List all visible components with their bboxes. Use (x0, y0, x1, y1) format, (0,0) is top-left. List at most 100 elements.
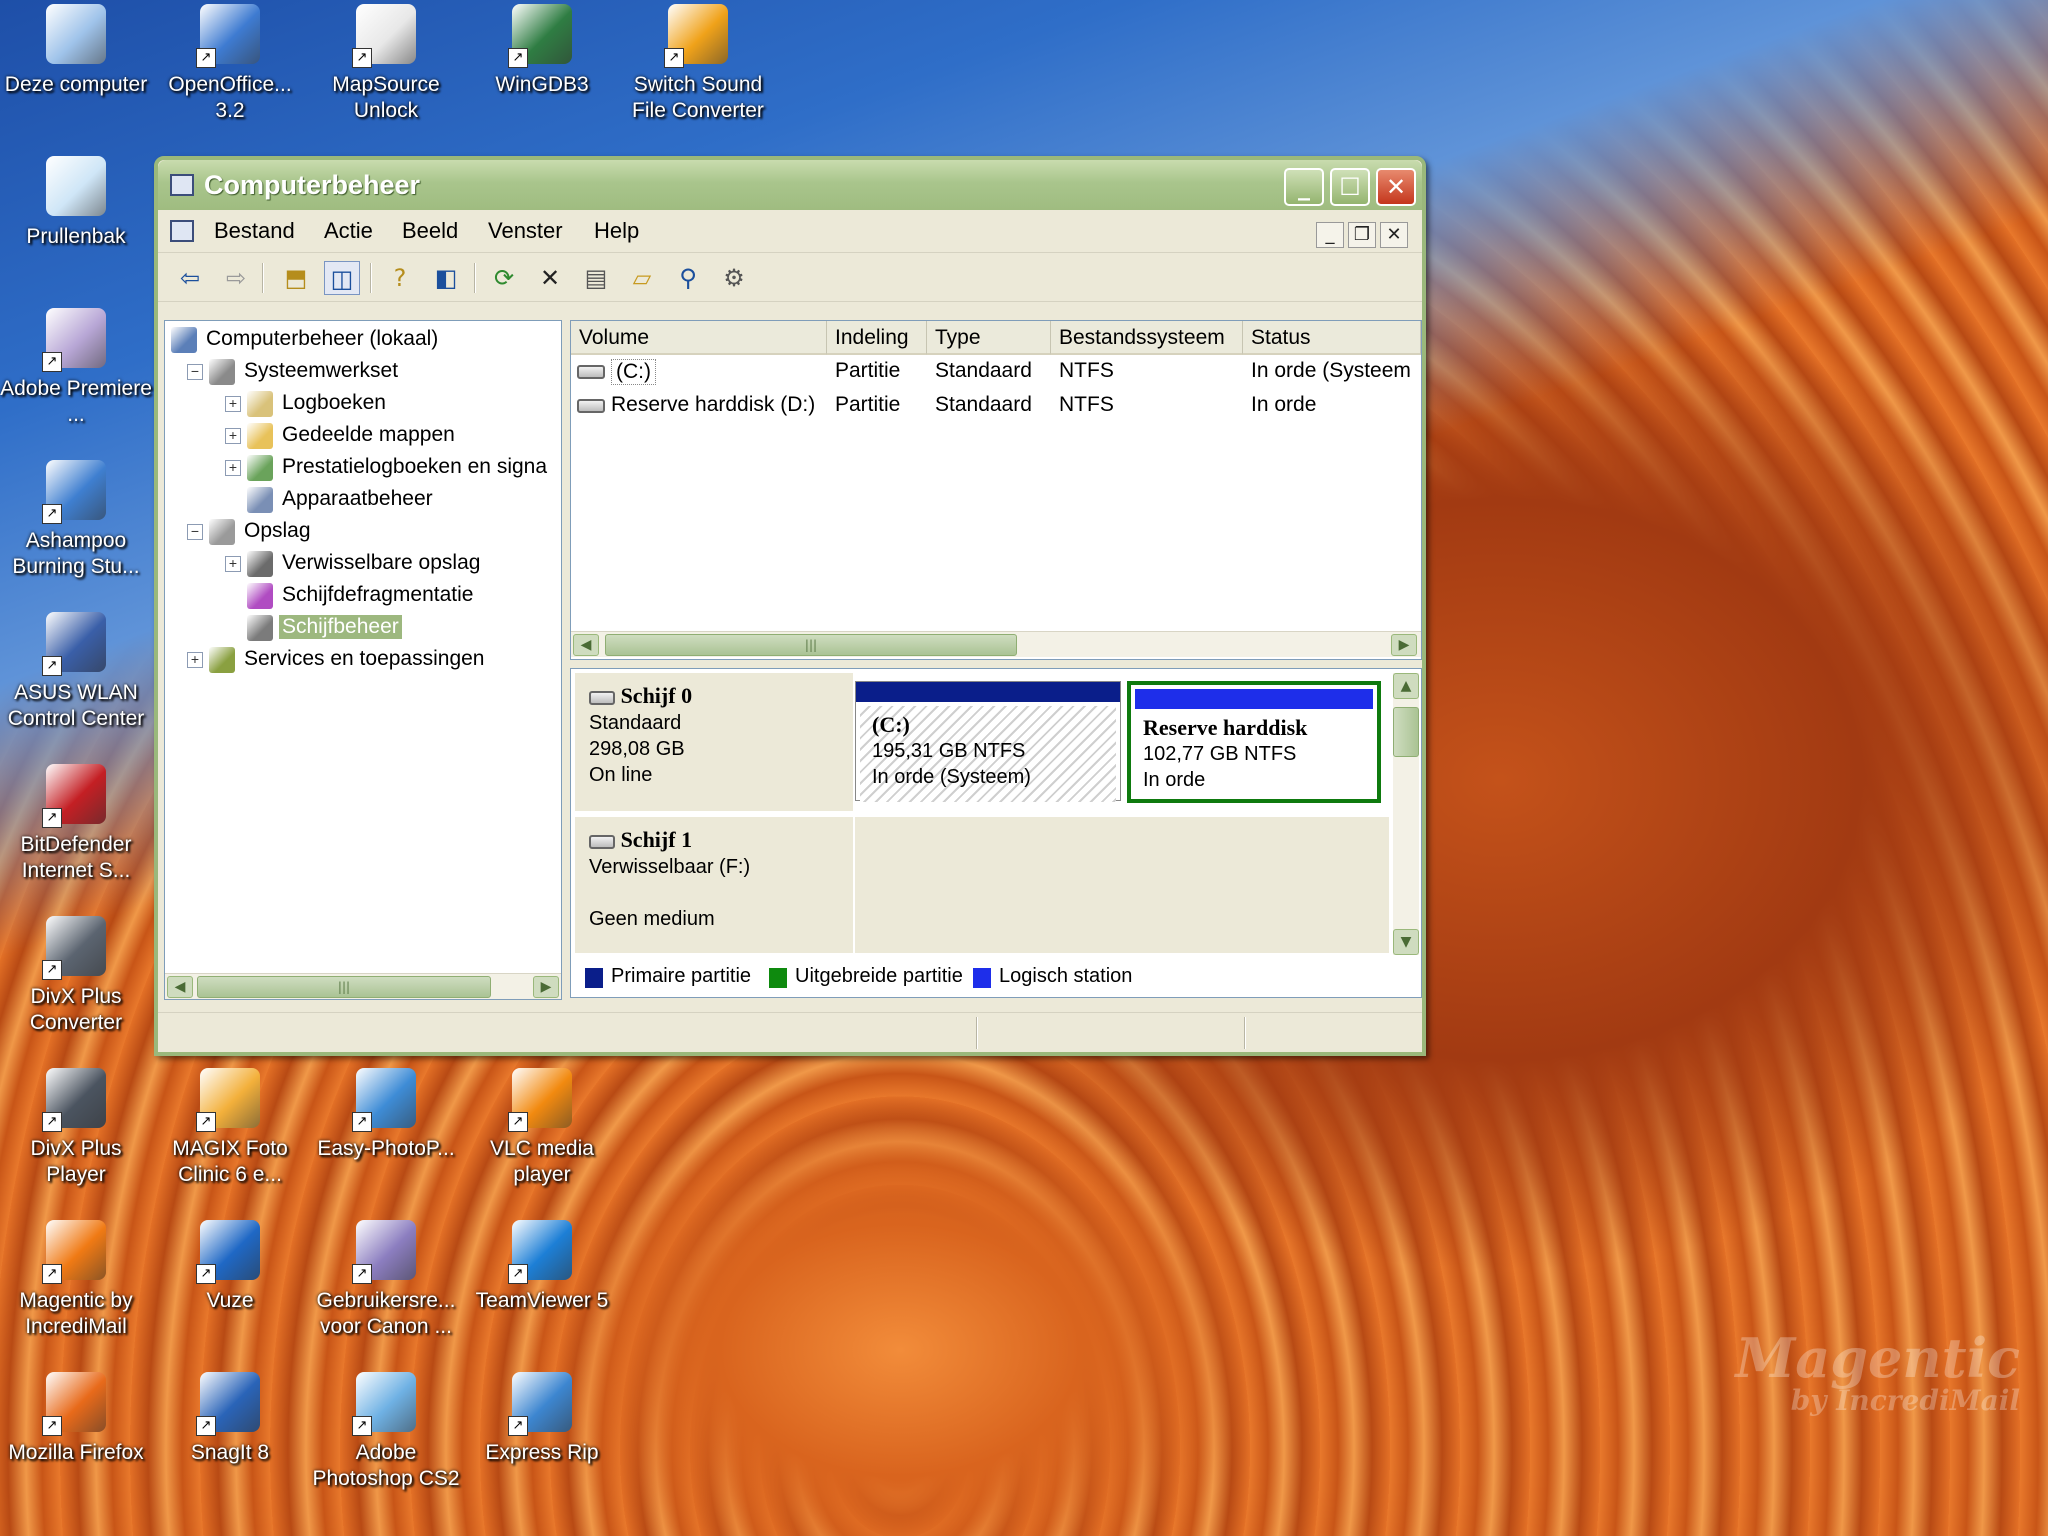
desktop-shortcut[interactable]: ↗ MAGIX Foto Clinic 6 e... (154, 1064, 306, 1204)
back-icon[interactable]: ⇦ (172, 261, 208, 295)
menu-venster[interactable]: Venster (488, 218, 563, 244)
partition-c[interactable]: (C:) 195,31 GB NTFS In orde (Systeem) (855, 681, 1121, 802)
forward-icon[interactable]: ⇨ (218, 261, 254, 295)
split-icon[interactable]: ◧ (428, 261, 464, 295)
legend-logical: Logisch station (999, 965, 1133, 987)
properties-icon[interactable]: ▤ (578, 261, 614, 295)
child-restore-button[interactable]: ❐ (1348, 222, 1376, 248)
help-icon[interactable]: ? (382, 261, 418, 295)
desktop-shortcut[interactable]: Prullenbak (0, 152, 152, 292)
partition-reserve[interactable]: Reserve harddisk 102,77 GB NTFS In orde (1127, 681, 1381, 803)
disk-map-vertical-scrollbar[interactable]: ▲ ▼ (1393, 673, 1419, 955)
desktop-shortcut[interactable]: ↗ OpenOffice... 3.2 (154, 0, 306, 140)
desktop-shortcut[interactable]: ↗ Adobe Photoshop CS2 (310, 1368, 462, 1508)
photoshop-icon: ↗ (352, 1372, 416, 1436)
show-tree-icon[interactable]: ◫ (324, 261, 360, 295)
open-icon[interactable]: ▱ (624, 261, 660, 295)
volume-list[interactable]: Volume Indeling Type Bestandssysteem Sta… (570, 320, 1422, 660)
desktop-shortcut[interactable]: ↗ Adobe Premiere ... (0, 304, 152, 444)
menu-actie[interactable]: Actie (324, 218, 373, 244)
scroll-right-icon[interactable]: ▶ (533, 976, 559, 998)
column-header-volume[interactable]: Volume (571, 321, 827, 355)
desktop-shortcut[interactable]: ↗ Magentic by IncrediMail (0, 1216, 152, 1356)
desktop-shortcut[interactable]: ↗ Vuze (154, 1216, 306, 1356)
settings-icon[interactable]: ⚙ (716, 261, 752, 295)
tree-item[interactable]: + Gedeelde mappen (165, 421, 559, 451)
cell-status: In orde (Systeem (1251, 359, 1411, 382)
tree-item[interactable]: Computerbeheer (lokaal) (165, 325, 559, 355)
tree-item[interactable]: + Services en toepassingen (165, 645, 559, 675)
disk-status: On line (589, 764, 653, 786)
refresh-icon[interactable]: ⟳ (486, 261, 522, 295)
scroll-thumb[interactable]: ||| (197, 976, 491, 998)
expand-icon[interactable]: + (225, 428, 241, 444)
desktop-shortcut[interactable]: ↗ DivX Plus Player (0, 1064, 152, 1204)
removable-disk-icon (589, 835, 615, 849)
minimize-button[interactable]: _ (1284, 168, 1324, 206)
app-menu-icon[interactable] (170, 220, 194, 242)
tree-horizontal-scrollbar[interactable]: ◀ ||| ▶ (165, 973, 561, 999)
expand-icon[interactable]: + (225, 460, 241, 476)
tree-item[interactable]: + Logboeken (165, 389, 559, 419)
column-header-bestandssysteem[interactable]: Bestandssysteem (1051, 321, 1243, 355)
disk-1-info[interactable]: Schijf 1 Verwisselbaar (F:) Geen medium (575, 817, 853, 953)
tree-item[interactable]: − Systeemwerkset (165, 357, 559, 387)
column-header-type[interactable]: Type (927, 321, 1051, 355)
scroll-thumb[interactable]: ||| (605, 634, 1017, 656)
desktop-shortcut[interactable]: ↗ DivX Plus Converter (0, 912, 152, 1052)
desktop-shortcut[interactable]: Deze computer (0, 0, 152, 140)
tree-item[interactable]: Apparaatbeheer (165, 485, 559, 515)
expand-icon[interactable]: + (225, 556, 241, 572)
desktop-shortcut[interactable]: ↗ Express Rip (466, 1368, 618, 1508)
desktop-shortcut[interactable]: ↗ MapSource Unlock (310, 0, 462, 140)
scroll-left-icon[interactable]: ◀ (167, 976, 193, 998)
tree-item[interactable]: − Opslag (165, 517, 559, 547)
desktop-shortcut[interactable]: ↗ Gebruikersre... voor Canon ... (310, 1216, 462, 1356)
tree-item[interactable]: Schijfbeheer (165, 613, 559, 643)
delete-icon[interactable]: ✕ (532, 261, 568, 295)
magix-icon: ↗ (196, 1068, 260, 1132)
menu-bestand[interactable]: Bestand (214, 218, 295, 244)
tree-item[interactable]: + Verwisselbare opslag (165, 549, 559, 579)
collapse-icon[interactable]: − (187, 524, 203, 540)
scroll-up-icon[interactable]: ▲ (1393, 673, 1419, 699)
desktop-shortcut[interactable]: ↗ BitDefender Internet S... (0, 760, 152, 900)
desktop-shortcut[interactable]: ↗ Easy-PhotoP... (310, 1064, 462, 1204)
shortcut-arrow-icon: ↗ (352, 1264, 372, 1284)
close-button[interactable]: ✕ (1376, 168, 1416, 206)
expand-icon[interactable]: + (225, 396, 241, 412)
up-folder-icon[interactable]: ⬒ (278, 261, 314, 295)
scroll-right-icon[interactable]: ▶ (1391, 634, 1417, 656)
desktop-shortcut[interactable]: ↗ ASUS WLAN Control Center (0, 608, 152, 748)
desktop-shortcut[interactable]: ↗ SnagIt 8 (154, 1368, 306, 1508)
maximize-button[interactable]: ☐ (1330, 168, 1370, 206)
scroll-thumb[interactable] (1393, 707, 1419, 757)
switch-icon: ↗ (664, 4, 728, 68)
disk-0-info[interactable]: Schijf 0 Standaard 298,08 GB On line (575, 673, 853, 811)
desktop-shortcut[interactable]: ↗ VLC media player (466, 1064, 618, 1204)
title-bar[interactable]: Computerbeheer _ ☐ ✕ (158, 160, 1422, 210)
search-icon[interactable]: ⚲ (670, 261, 706, 295)
child-close-button[interactable]: ✕ (1380, 222, 1408, 248)
menu-help[interactable]: Help (594, 218, 639, 244)
disk-map[interactable]: Schijf 0 Standaard 298,08 GB On line (C:… (570, 668, 1422, 998)
tree-item[interactable]: + Prestatielogboeken en signa (165, 453, 559, 483)
desktop-shortcut[interactable]: ↗ Switch Sound File Converter (622, 0, 774, 140)
list-horizontal-scrollbar[interactable]: ◀ ||| ▶ (571, 631, 1421, 657)
desktop-shortcut[interactable]: ↗ TeamViewer 5 (466, 1216, 618, 1356)
desktop-shortcut[interactable]: ↗ WinGDB3 (466, 0, 618, 140)
desktop-shortcut[interactable]: ↗ Mozilla Firefox (0, 1368, 152, 1508)
tree-item[interactable]: Schijfdefragmentatie (165, 581, 559, 611)
column-header-status[interactable]: Status (1243, 321, 1421, 355)
desktop-shortcut[interactable]: ↗ Ashampoo Burning Stu... (0, 456, 152, 596)
menu-beeld[interactable]: Beeld (402, 218, 458, 244)
expand-icon[interactable]: + (187, 652, 203, 668)
child-minimize-button[interactable]: _ (1316, 222, 1344, 248)
console-tree[interactable]: Computerbeheer (lokaal) − Systeemwerkset + L… (164, 320, 562, 1000)
scroll-left-icon[interactable]: ◀ (573, 634, 599, 656)
scroll-down-icon[interactable]: ▼ (1393, 929, 1419, 955)
easyphoto-icon: ↗ (352, 1068, 416, 1132)
collapse-icon[interactable]: − (187, 364, 203, 380)
computer-management-window[interactable]: Computerbeheer _ ☐ ✕ Bestand Actie Beeld… (154, 156, 1426, 1056)
column-header-indeling[interactable]: Indeling (827, 321, 927, 355)
